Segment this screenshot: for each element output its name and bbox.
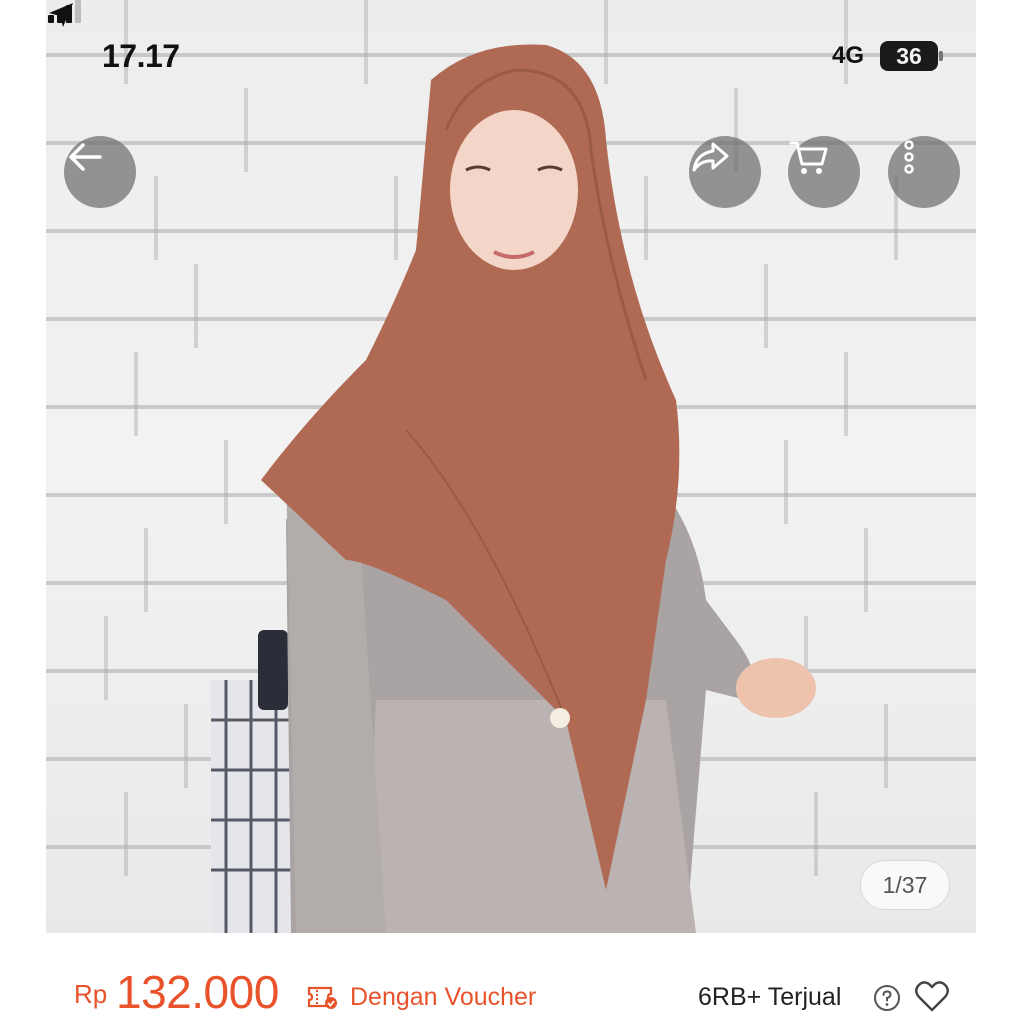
price-value: 132.000 xyxy=(116,966,279,1018)
network-label: 4G xyxy=(832,42,865,69)
voucher-icon xyxy=(307,986,337,1009)
image-counter: 1/37 xyxy=(860,860,950,910)
more-button[interactable] xyxy=(888,136,960,208)
battery-nub xyxy=(939,51,943,61)
more-icon xyxy=(904,140,914,174)
product-image[interactable]: 17.17 4G 36 1/37 xyxy=(46,0,976,933)
product-detail-screen: 17.17 4G 36 1/37 Rp 132.000 Dengan Vouch… xyxy=(46,0,976,1024)
help-icon[interactable] xyxy=(873,984,901,1012)
signal-icon xyxy=(48,0,81,23)
sold-count: 6RB+ Terjual xyxy=(698,983,842,1011)
heart-icon[interactable] xyxy=(914,979,950,1013)
cart-button[interactable] xyxy=(788,136,860,208)
voucher-label[interactable]: Dengan Voucher xyxy=(350,983,536,1012)
cart-icon xyxy=(789,141,828,174)
price-currency: Rp xyxy=(74,979,108,1009)
battery-indicator: 36 xyxy=(880,41,938,71)
status-bar: 17.17 4G 36 xyxy=(46,0,976,110)
share-button[interactable] xyxy=(689,136,761,208)
status-time: 17.17 xyxy=(102,38,180,74)
share-icon xyxy=(692,142,729,172)
back-arrow-icon xyxy=(69,143,102,171)
back-button[interactable] xyxy=(64,136,136,208)
price-row: Rp 132.000 Dengan Voucher 6RB+ Terjual xyxy=(46,933,976,1024)
